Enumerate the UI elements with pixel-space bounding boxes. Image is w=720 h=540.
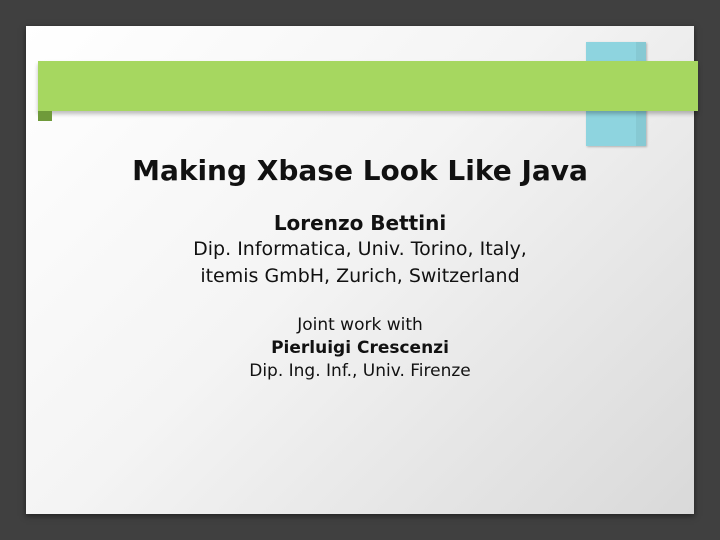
slide-title: Making Xbase Look Like Java <box>26 154 694 187</box>
banner-fold <box>38 111 52 121</box>
author-affiliation-line2: itemis GmbH, Zurich, Switzerland <box>26 264 694 289</box>
author-affiliation-line1: Dip. Informatica, Univ. Torino, Italy, <box>26 237 694 262</box>
coauthor-name: Pierluigi Crescenzi <box>26 337 694 360</box>
slide-body: Making Xbase Look Like Java Lorenzo Bett… <box>26 26 694 514</box>
title-banner <box>38 61 698 111</box>
joint-work-label: Joint work with <box>26 314 694 337</box>
slide-frame: Making Xbase Look Like Java Lorenzo Bett… <box>0 0 720 540</box>
coauthor-affiliation: Dip. Ing. Inf., Univ. Firenze <box>26 360 694 383</box>
content-area: Making Xbase Look Like Java Lorenzo Bett… <box>26 144 694 383</box>
author-name: Lorenzo Bettini <box>26 211 694 235</box>
joint-work-block: Joint work with Pierluigi Crescenzi Dip.… <box>26 314 694 383</box>
